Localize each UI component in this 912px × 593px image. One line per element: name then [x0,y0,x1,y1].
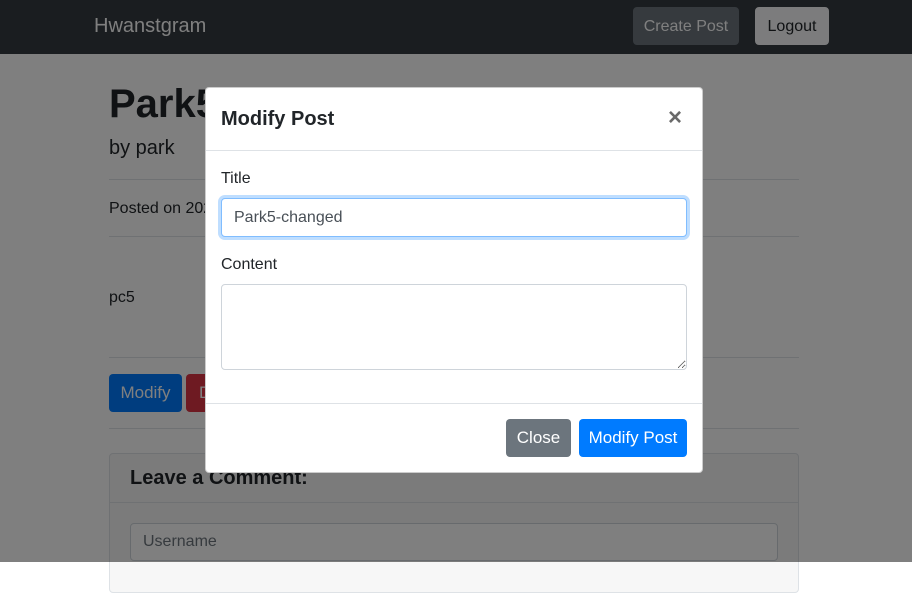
content-textarea[interactable] [221,284,687,370]
title-label: Title [221,170,251,187]
modal-title: Modify Post [221,108,335,130]
modal-header-divider [206,150,702,151]
content-label: Content [221,256,278,273]
modal-footer-divider [206,403,702,404]
close-icon[interactable]: × [668,104,682,132]
modify-post-button[interactable]: Modify Post [579,419,687,457]
title-input[interactable] [221,198,687,237]
close-button[interactable]: Close [506,419,571,457]
modify-post-modal: Modify Post × Title Content Close Modify… [205,87,703,473]
